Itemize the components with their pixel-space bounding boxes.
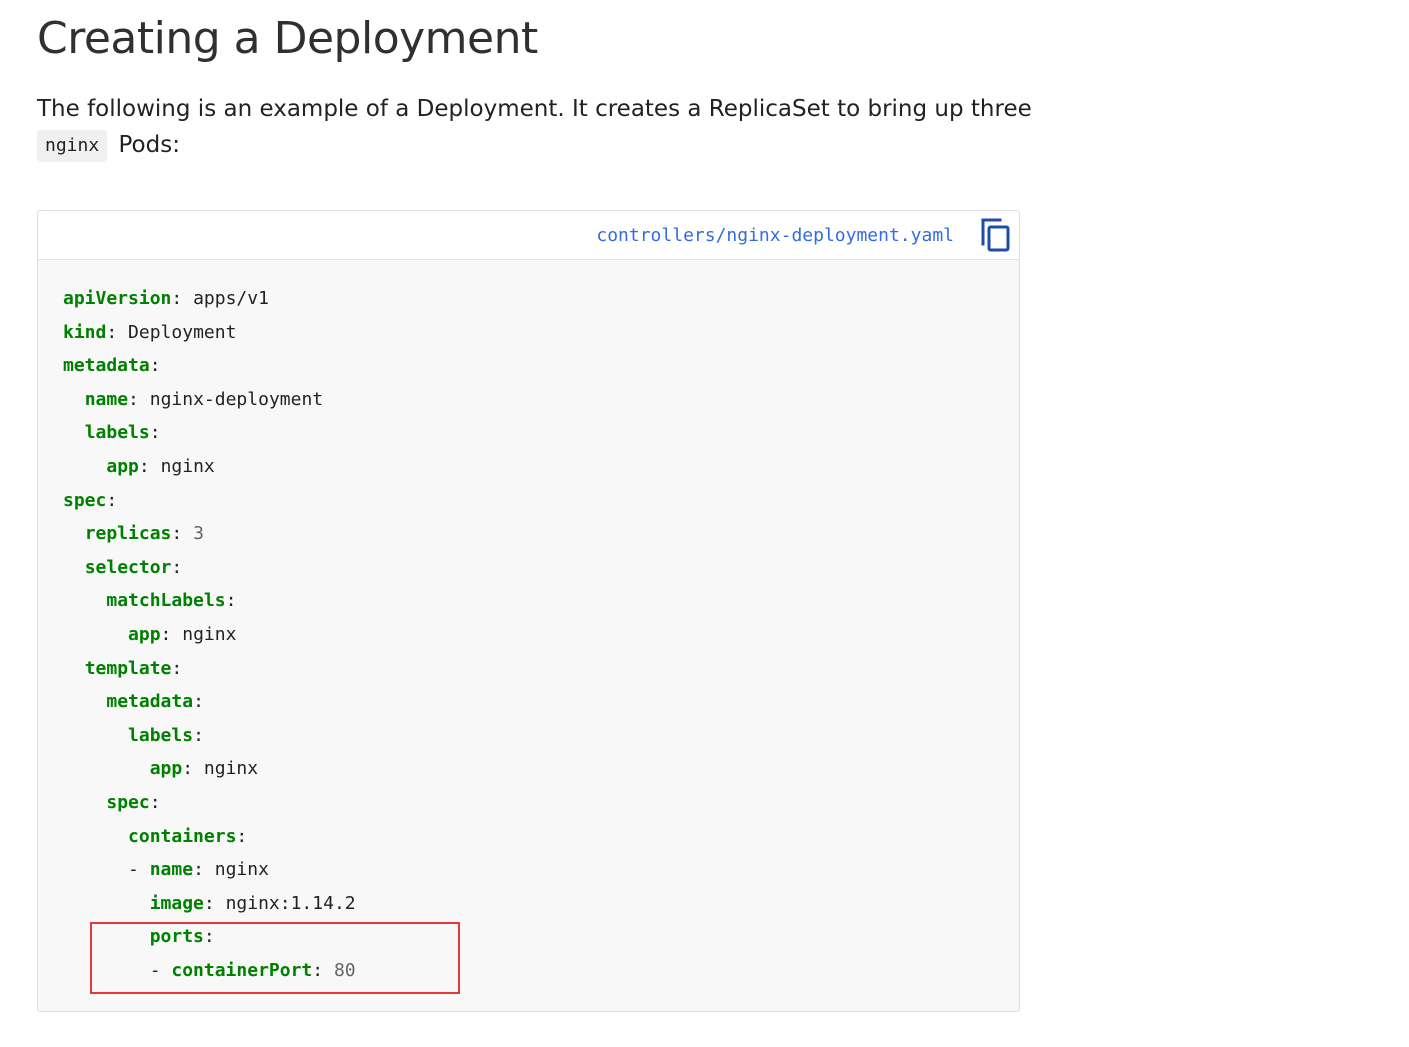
code-line: app: nginx <box>63 450 356 484</box>
inline-code-nginx: nginx <box>37 129 108 162</box>
yaml-key: metadata <box>106 691 194 713</box>
yaml-colon: : <box>225 590 237 612</box>
yaml-key: apiVersion <box>63 288 172 309</box>
yaml-colon: : <box>171 523 183 545</box>
code-indent: - <box>63 859 150 881</box>
yaml-colon: : <box>149 355 161 377</box>
yaml-value: nginx-deployment <box>149 388 324 410</box>
yaml-key: kind <box>63 321 107 343</box>
yaml-value: nginx <box>182 623 237 645</box>
code-line: matchLabels: <box>63 584 356 618</box>
yaml-colon: : <box>106 321 118 343</box>
code-line: labels: <box>63 416 356 450</box>
code-line: replicas: 3 <box>63 517 356 551</box>
yaml-colon: : <box>149 422 161 444</box>
code-line: spec: <box>63 786 356 820</box>
yaml-key: name <box>149 859 194 881</box>
yaml-key: matchLabels <box>106 590 226 612</box>
yaml-colon: : <box>138 455 150 477</box>
yaml-colon: : <box>203 892 215 914</box>
yaml-value: apps/v1 <box>193 288 269 309</box>
yaml-code-block: apiVersion: apps/v1 kind: Deployment metad… <box>63 282 356 987</box>
yaml-colon: : <box>171 657 183 679</box>
yaml-key: image <box>149 892 204 914</box>
copy-icon <box>981 218 1010 252</box>
yaml-key: selector <box>84 556 172 578</box>
intro-line-1: The following is an example of a Deploym… <box>37 96 1032 122</box>
code-line: name: nginx-deployment <box>63 383 356 417</box>
yaml-key: spec <box>106 791 150 813</box>
yaml-colon: : <box>193 691 204 713</box>
yaml-key: labels <box>128 724 194 746</box>
intro-line-2: nginx Pods: <box>37 127 1017 163</box>
yaml-colon: : <box>149 791 161 813</box>
yaml-value: nginx <box>160 455 215 477</box>
yaml-key: metadata <box>63 355 150 377</box>
yaml-colon: : <box>171 556 183 578</box>
yaml-key: containers <box>128 825 237 847</box>
yaml-value: 3 <box>193 523 204 545</box>
page-title: Creating a Deployment <box>37 13 538 64</box>
yaml-colon: : <box>236 825 248 847</box>
yaml-key: name <box>84 388 129 410</box>
code-header: controllers/nginx-deployment.yaml <box>38 211 1019 260</box>
yaml-colon: : <box>160 623 172 645</box>
file-name-link[interactable]: controllers/nginx-deployment.yaml <box>596 224 954 248</box>
yaml-colon: : <box>128 388 139 410</box>
yaml-key: app <box>149 758 183 780</box>
code-line: containers: <box>63 820 356 854</box>
yaml-key: template <box>84 657 172 679</box>
copy-button[interactable] <box>979 217 1013 253</box>
yaml-value: nginx <box>214 859 269 881</box>
yaml-key: replicas <box>84 523 172 545</box>
yaml-key: spec <box>63 489 107 511</box>
yaml-colon: : <box>182 758 194 780</box>
code-line: kind: Deployment <box>63 316 356 350</box>
code-line: template: <box>63 652 356 686</box>
ports-highlight-box <box>90 922 460 994</box>
intro-tail: Pods: <box>118 132 180 158</box>
yaml-colon: : <box>106 489 118 511</box>
yaml-colon: : <box>193 724 204 746</box>
intro-paragraph: The following is an example of a Deploym… <box>37 91 1032 163</box>
code-line: spec: <box>63 484 356 518</box>
code-line: apiVersion: apps/v1 <box>63 282 356 316</box>
code-line: metadata: <box>63 349 356 383</box>
yaml-key: app <box>106 455 139 477</box>
yaml-value: nginx <box>203 758 259 780</box>
code-line: app: nginx <box>63 618 356 652</box>
code-line: app: nginx <box>63 752 356 786</box>
code-line: selector: <box>63 551 356 585</box>
yaml-colon: : <box>171 288 183 309</box>
code-sample-card: controllers/nginx-deployment.yaml apiVer… <box>37 210 1020 1012</box>
code-line: labels: <box>63 719 356 753</box>
code-line: metadata: <box>63 685 356 719</box>
code-line: - name: nginx <box>63 853 356 887</box>
code-line: image: nginx:1.14.2 <box>63 887 356 921</box>
yaml-value: nginx:1.14.2 <box>225 892 356 914</box>
yaml-value: Deployment <box>128 321 237 343</box>
yaml-key: app <box>128 623 161 645</box>
yaml-colon: : <box>193 859 204 881</box>
yaml-key: labels <box>84 422 150 444</box>
